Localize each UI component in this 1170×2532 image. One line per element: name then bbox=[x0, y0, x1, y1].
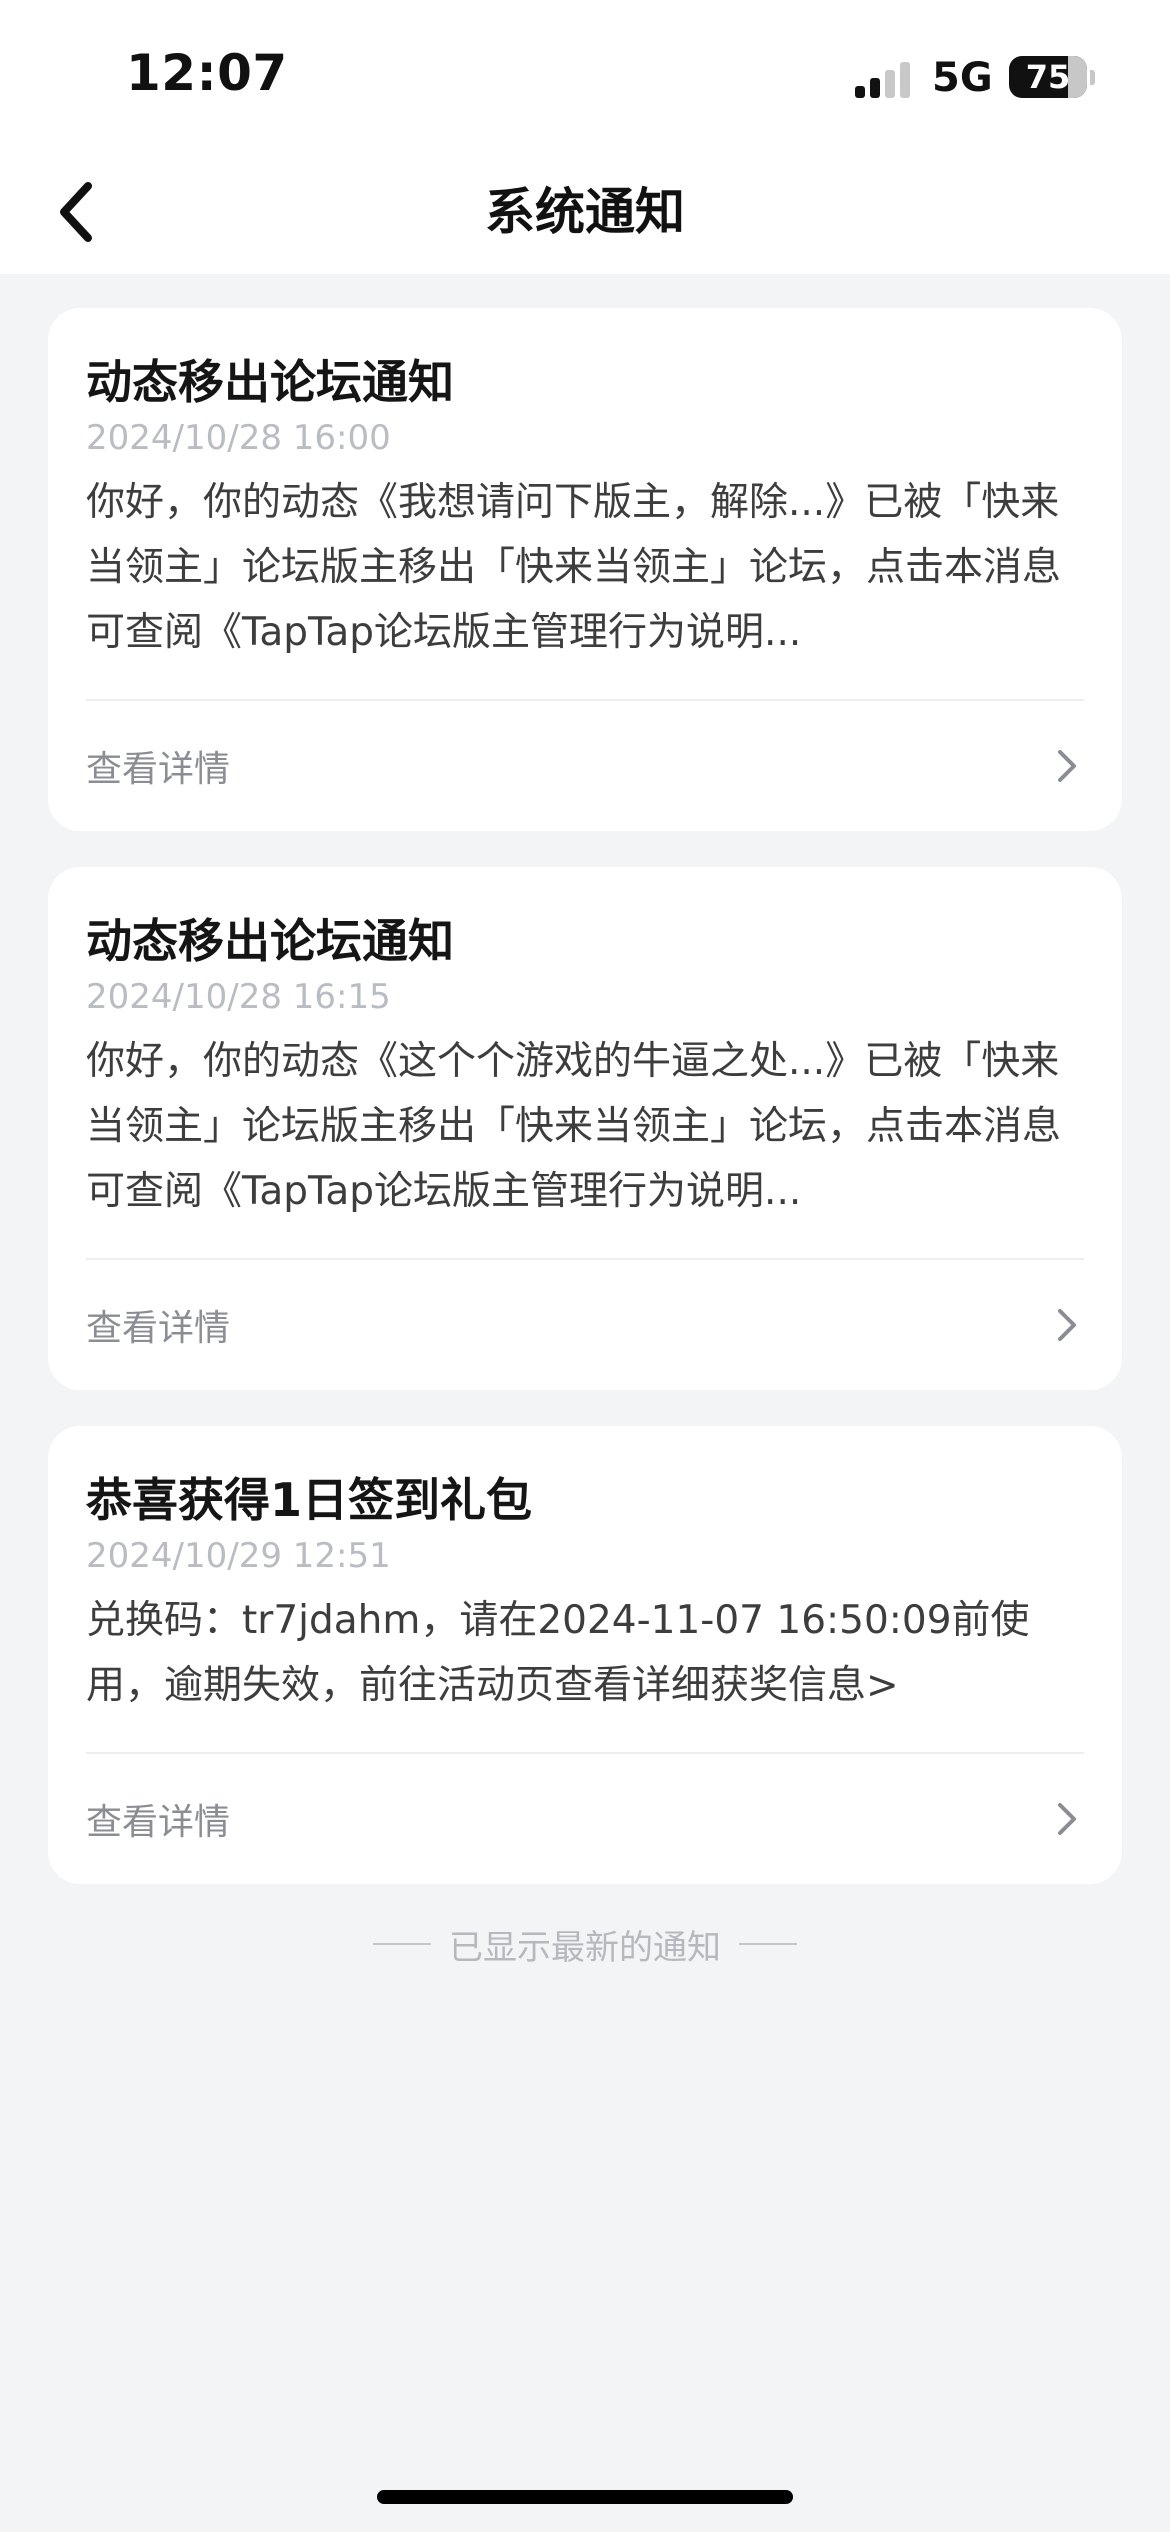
chevron-left-icon bbox=[60, 182, 92, 242]
end-dash-left bbox=[373, 1943, 431, 1945]
status-bar: 12:07 5G 75 bbox=[0, 0, 1170, 150]
notification-body[interactable]: 恭喜获得1日签到礼包 2024/10/29 12:51 兑换码：tr7jdahm… bbox=[48, 1426, 1122, 1752]
notification-title: 恭喜获得1日签到礼包 bbox=[86, 1473, 533, 1527]
view-details-label: 查看详情 bbox=[86, 749, 231, 790]
notification-title: 动态移出论坛通知 bbox=[86, 355, 454, 409]
battery-level: 75 bbox=[1025, 58, 1071, 96]
back-button[interactable] bbox=[36, 172, 116, 252]
status-time: 12:07 bbox=[126, 44, 288, 102]
end-dash-right bbox=[739, 1943, 797, 1945]
navigation-bar: 系统通知 bbox=[0, 150, 1170, 274]
notification-body[interactable]: 动态移出论坛通知 2024/10/28 16:15 你好，你的动态《这个个游戏的… bbox=[48, 867, 1122, 1258]
notification-time: 2024/10/28 16:00 bbox=[86, 418, 391, 458]
notification-list: 动态移出论坛通知 2024/10/28 16:00 你好，你的动态《我想请问下版… bbox=[48, 308, 1122, 1920]
notification-content: 你好，你的动态《这个个游戏的牛逼之处...》已被「快来当领主」论坛版主移出「快来… bbox=[86, 1039, 1062, 1214]
view-details-button[interactable]: 查看详情 bbox=[48, 1754, 1122, 1884]
notification-content: 兑换码：tr7jdahm，请在2024-11-07 16:50:09前使用，逾期… bbox=[86, 1598, 1030, 1708]
chevron-right-icon bbox=[1050, 1798, 1084, 1840]
battery-icon: 75 bbox=[1009, 56, 1087, 98]
network-type: 5G bbox=[932, 55, 993, 101]
end-of-list-text: 已显示最新的通知 bbox=[449, 1927, 721, 1968]
notification-body[interactable]: 动态移出论坛通知 2024/10/28 16:00 你好，你的动态《我想请问下版… bbox=[48, 308, 1122, 699]
view-details-button[interactable]: 查看详情 bbox=[48, 1260, 1122, 1390]
cellular-signal-icon bbox=[855, 58, 915, 98]
home-indicator[interactable] bbox=[377, 2490, 793, 2504]
notification-card[interactable]: 动态移出论坛通知 2024/10/28 16:00 你好，你的动态《我想请问下版… bbox=[48, 308, 1122, 831]
view-details-button[interactable]: 查看详情 bbox=[48, 701, 1122, 831]
notification-time: 2024/10/28 16:15 bbox=[86, 977, 391, 1017]
notification-card[interactable]: 动态移出论坛通知 2024/10/28 16:15 你好，你的动态《这个个游戏的… bbox=[48, 867, 1122, 1390]
view-details-label: 查看详情 bbox=[86, 1308, 231, 1349]
notification-card[interactable]: 恭喜获得1日签到礼包 2024/10/29 12:51 兑换码：tr7jdahm… bbox=[48, 1426, 1122, 1884]
battery-tip bbox=[1090, 70, 1095, 85]
notification-title: 动态移出论坛通知 bbox=[86, 914, 454, 968]
top-bar: 12:07 5G 75 系统通知 bbox=[0, 0, 1170, 274]
chevron-right-icon bbox=[1050, 1304, 1084, 1346]
notification-content: 你好，你的动态《我想请问下版主，解除...》已被「快来当领主」论坛版主移出「快来… bbox=[86, 480, 1062, 655]
chevron-right-icon bbox=[1050, 745, 1084, 787]
end-of-list-indicator: 已显示最新的通知 bbox=[0, 1916, 1170, 1972]
notification-time: 2024/10/29 12:51 bbox=[86, 1536, 391, 1576]
page-title: 系统通知 bbox=[485, 183, 685, 241]
view-details-label: 查看详情 bbox=[86, 1802, 231, 1843]
